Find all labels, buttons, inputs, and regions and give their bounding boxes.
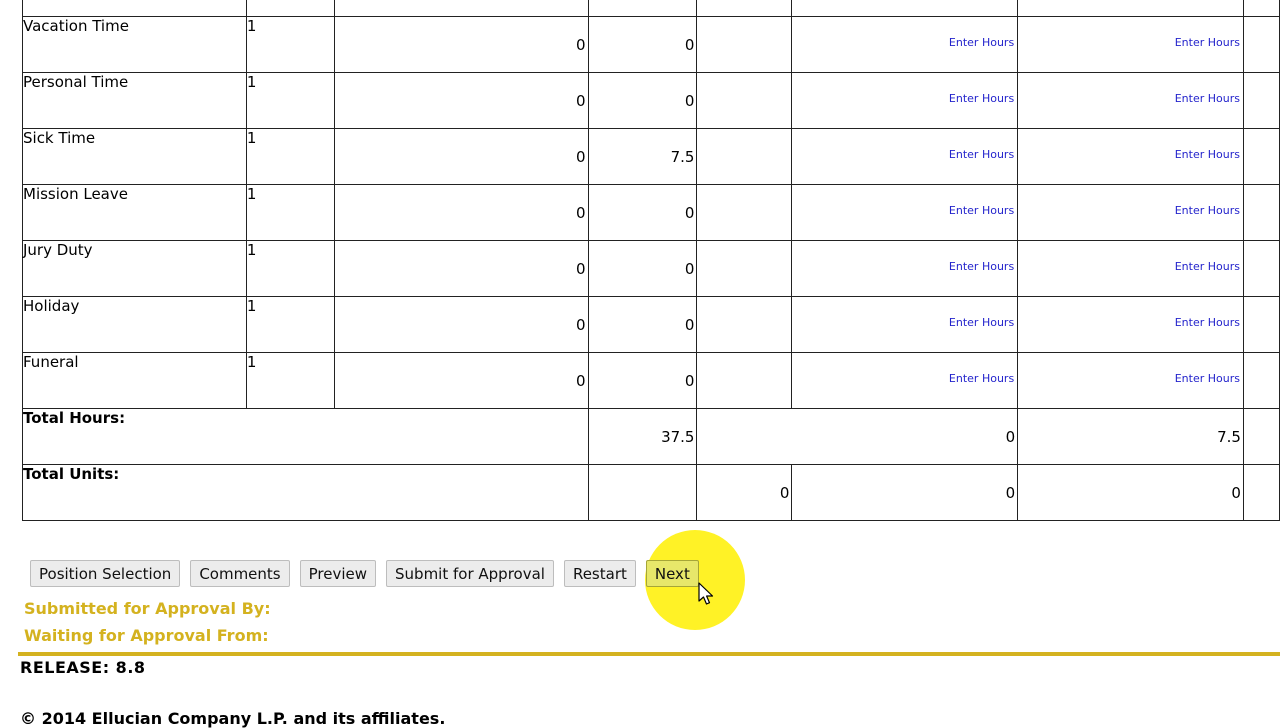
total-hours-row: Total Hours: 37.5 0 7.5	[22, 408, 1280, 465]
enter-hours-link[interactable]: Enter Hours	[1175, 204, 1240, 217]
hours-value: 0	[587, 16, 698, 73]
total-units-label: Total Units:	[22, 464, 589, 521]
timesheet-table: Vacation Time 1 0 0 Enter Hours Enter Ho…	[22, 0, 1280, 521]
enter-hours-link[interactable]: Enter Hours	[949, 148, 1014, 161]
table-row-vacation-time: Vacation Time 1 0 0 Enter Hours Enter Ho…	[22, 16, 1280, 73]
enter-hours-link[interactable]: Enter Hours	[1175, 148, 1240, 161]
enter-hours-link[interactable]: Enter Hours	[949, 204, 1014, 217]
mouse-pointer-icon	[698, 582, 714, 605]
next-button[interactable]: Next	[645, 560, 699, 587]
total-units-value: 0	[696, 464, 793, 521]
earning-label: Personal Time	[22, 72, 247, 129]
hours-value: 0	[333, 240, 589, 297]
earning-label: Mission Leave	[22, 184, 247, 241]
hours-value: 0	[333, 72, 589, 129]
enter-hours-link[interactable]: Enter Hours	[1175, 372, 1240, 385]
comments-button[interactable]: Comments	[190, 560, 290, 587]
table-row-funeral: Funeral 1 0 0 Enter Hours Enter Hours	[22, 352, 1280, 409]
preview-button[interactable]: Preview	[299, 560, 377, 587]
earning-label: Jury Duty	[22, 240, 247, 297]
restart-button[interactable]: Restart	[563, 560, 636, 587]
earning-label: Sick Time	[22, 128, 247, 185]
action-buttons: Position Selection Comments Preview Subm…	[30, 560, 699, 587]
earning-label: Funeral	[22, 352, 247, 409]
shift-unit: 1	[245, 128, 335, 185]
hours-value: 0	[333, 128, 589, 185]
footer-divider	[18, 652, 1280, 656]
position-selection-button[interactable]: Position Selection	[30, 560, 181, 587]
total-units-value: 0	[791, 464, 1019, 521]
submitted-for-approval-by-label: Submitted for Approval By:	[24, 599, 271, 618]
total-units-row: Total Units: 0 0 0	[22, 464, 1280, 521]
table-row-jury-duty: Jury Duty 1 0 0 Enter Hours Enter Hours	[22, 240, 1280, 297]
table-row-mission-leave: Mission Leave 1 0 0 Enter Hours Enter Ho…	[22, 184, 1280, 241]
hours-value: 0	[587, 352, 698, 409]
enter-hours-link[interactable]: Enter Hours	[949, 260, 1014, 273]
total-hours-value: 7.5	[1017, 408, 1244, 465]
total-hours-value: 0	[696, 408, 1019, 465]
shift-unit: 1	[245, 16, 335, 73]
total-hours-value: 37.5	[587, 408, 698, 465]
table-row-personal-time: Personal Time 1 0 0 Enter Hours Enter Ho…	[22, 72, 1280, 129]
copyright-notice: © 2014 Ellucian Company L.P. and its aff…	[20, 709, 446, 728]
total-hours-label: Total Hours:	[22, 408, 589, 465]
enter-hours-link[interactable]: Enter Hours	[1175, 316, 1240, 329]
hours-value: 0	[333, 296, 589, 353]
hours-value: 0	[587, 184, 698, 241]
table-row-holiday: Holiday 1 0 0 Enter Hours Enter Hours	[22, 296, 1280, 353]
table-row-sick-time: Sick Time 1 0 7.5 Enter Hours Enter Hour…	[22, 128, 1280, 185]
hours-value: 0	[587, 296, 698, 353]
enter-hours-link[interactable]: Enter Hours	[949, 36, 1014, 49]
enter-hours-link[interactable]: Enter Hours	[949, 316, 1014, 329]
enter-hours-link[interactable]: Enter Hours	[1175, 260, 1240, 273]
table-row-partial	[22, 0, 1280, 17]
shift-unit: 1	[245, 240, 335, 297]
enter-hours-link[interactable]: Enter Hours	[949, 372, 1014, 385]
enter-hours-link[interactable]: Enter Hours	[1175, 92, 1240, 105]
shift-unit: 1	[245, 352, 335, 409]
hours-value: 0	[333, 16, 589, 73]
shift-unit: 1	[245, 72, 335, 129]
hours-value: 0	[587, 240, 698, 297]
shift-unit: 1	[245, 184, 335, 241]
total-units-value: 0	[1017, 464, 1244, 521]
enter-hours-link[interactable]: Enter Hours	[949, 92, 1014, 105]
earning-label: Vacation Time	[22, 16, 247, 73]
enter-hours-link[interactable]: Enter Hours	[1175, 36, 1240, 49]
shift-unit: 1	[245, 296, 335, 353]
hours-value: 0	[587, 72, 698, 129]
submit-for-approval-button[interactable]: Submit for Approval	[386, 560, 554, 587]
release-version: RELEASE: 8.8	[20, 658, 146, 677]
hours-value: 0	[333, 352, 589, 409]
hours-value: 7.5	[587, 128, 698, 185]
waiting-for-approval-from-label: Waiting for Approval From:	[24, 626, 269, 645]
earning-label: Holiday	[22, 296, 247, 353]
hours-value: 0	[333, 184, 589, 241]
